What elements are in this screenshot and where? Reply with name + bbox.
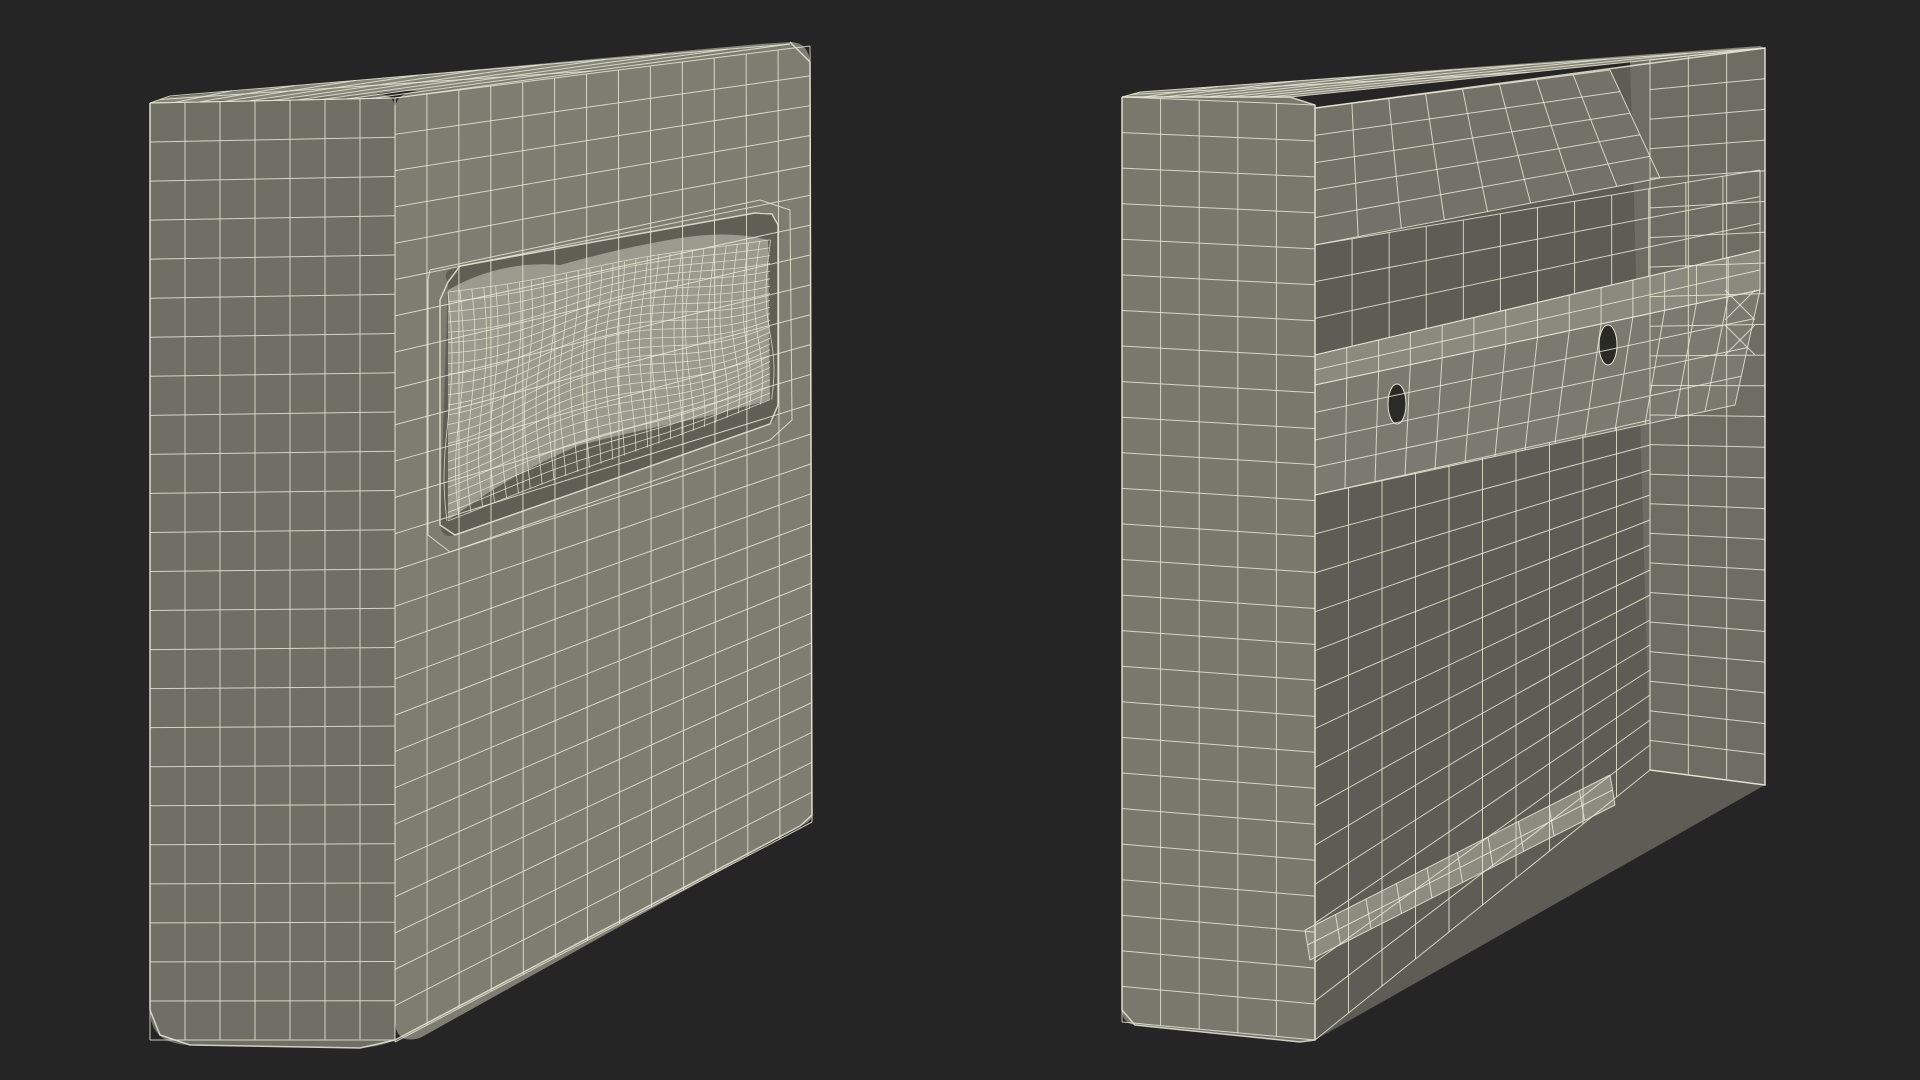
right-mount-hole-1 bbox=[1387, 383, 1407, 425]
render-viewport bbox=[0, 0, 1920, 1080]
right-mount-hole-2 bbox=[1598, 324, 1618, 366]
left-side-grid-h bbox=[149, 921, 396, 924]
wireframe-scene bbox=[0, 0, 1920, 1080]
right-side-panel bbox=[1122, 97, 1315, 1042]
